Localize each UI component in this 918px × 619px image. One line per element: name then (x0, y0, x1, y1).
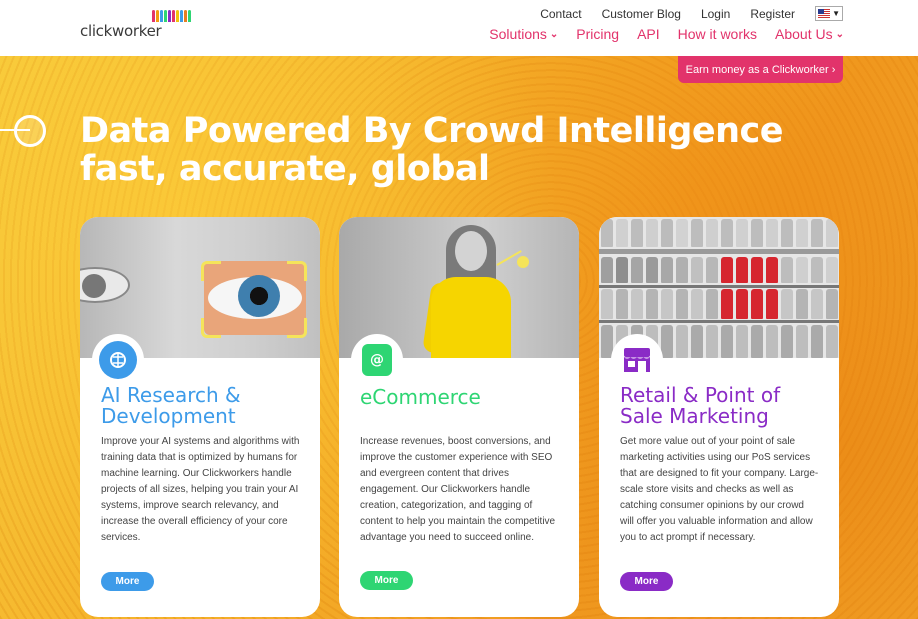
card-title: Retail & Point of Sale Marketing (620, 385, 780, 427)
card-description: Increase revenues, boost conversions, an… (360, 436, 556, 543)
login-link[interactable]: Login (701, 7, 730, 21)
hero-title-line2: fast, accurate, global (80, 149, 490, 189)
card-title-line2: Sale Marketing (620, 404, 769, 428)
nav-api[interactable]: API (637, 26, 660, 42)
chevron-right-icon: › (831, 63, 836, 76)
hero-title-line1: Data Powered By Crowd Intelligence (80, 111, 784, 151)
card-icon-wrap (92, 334, 144, 386)
site-header: clickworker Contact Customer Blog Login … (0, 0, 918, 56)
chevron-down-icon: ⌄ (835, 28, 844, 40)
more-button[interactable]: More (101, 572, 154, 591)
chevron-down-icon: ⌄ (549, 28, 559, 40)
earn-money-label: Earn money as a Clickworker (685, 63, 829, 76)
card-ai-research: AI Research & Development Improve your A… (80, 217, 320, 617)
nav-how-it-works[interactable]: How it works (678, 26, 757, 42)
card-title-line1: AI Research & (101, 383, 241, 407)
nav-solutions[interactable]: Solutions ⌄ (489, 26, 558, 42)
card-description: Get more value out of your point of sale… (620, 436, 819, 543)
clickworker-logo[interactable]: clickworker (80, 10, 191, 40)
nav-about-us[interactable]: About Us ⌄ (775, 26, 844, 42)
shopping-bag-icon: @ (362, 344, 392, 376)
store-icon (618, 341, 656, 379)
hero-section: Earn money as a Clickworker › Data Power… (0, 56, 918, 619)
hero-decor-circle-icon (14, 115, 46, 147)
nav-solutions-label: Solutions (489, 26, 547, 42)
brain-icon (99, 341, 137, 379)
hero-title: Data Powered By Crowd Intelligence fast,… (80, 111, 784, 189)
nav-api-label: API (637, 26, 660, 42)
nav-pricing[interactable]: Pricing (576, 26, 619, 42)
language-selector[interactable]: ▼ (815, 6, 843, 21)
main-nav: Solutions ⌄ Pricing API How it works Abo… (489, 26, 844, 42)
us-flag-icon (818, 9, 831, 18)
card-ecommerce: @ eCommerce Increase revenues, boost con… (339, 217, 579, 617)
card-title-line2: Development (101, 404, 236, 428)
more-button[interactable]: More (360, 571, 413, 590)
contact-link[interactable]: Contact (540, 7, 581, 21)
card-title: eCommerce (360, 387, 481, 408)
crowd-logo-icon (152, 10, 191, 22)
card-title-line1: Retail & Point of (620, 383, 781, 407)
register-link[interactable]: Register (750, 7, 795, 21)
nav-how-it-works-label: How it works (677, 26, 758, 42)
card-retail: Retail & Point of Sale Marketing Get mor… (599, 217, 839, 617)
logo-text: clickworker (80, 22, 162, 40)
more-button[interactable]: More (620, 572, 673, 591)
caret-down-icon: ▼ (832, 9, 840, 18)
card-title: AI Research & Development (101, 385, 241, 427)
nav-pricing-label: Pricing (576, 26, 620, 42)
customer-blog-link[interactable]: Customer Blog (602, 7, 681, 21)
earn-money-button[interactable]: Earn money as a Clickworker › (678, 56, 843, 83)
nav-about-us-label: About Us (775, 26, 833, 42)
card-description: Improve your AI systems and algorithms w… (101, 436, 300, 543)
card-icon-wrap (611, 334, 663, 386)
card-title-line1: eCommerce (360, 385, 481, 409)
card-icon-wrap: @ (351, 334, 403, 386)
top-links: Contact Customer Blog Login Register ▼ (540, 6, 843, 21)
